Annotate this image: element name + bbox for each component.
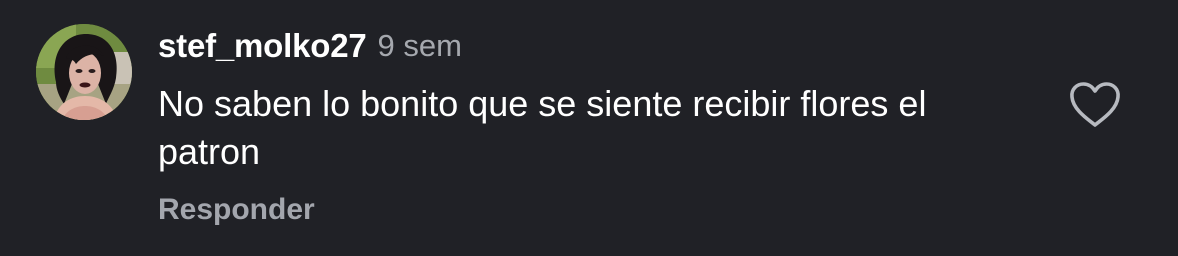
- avatar[interactable]: [36, 24, 132, 120]
- comment-header: stef_molko27 9 sem: [158, 24, 462, 68]
- comment-text: No saben lo bonito que se siente recibir…: [158, 83, 927, 172]
- reply-button[interactable]: Responder: [158, 193, 315, 227]
- comment-timestamp: 9 sem: [377, 28, 462, 63]
- comment-item: stef_molko27 9 sem No saben lo bonito qu…: [0, 0, 1178, 256]
- like-button[interactable]: [1068, 80, 1122, 130]
- username[interactable]: stef_molko27: [158, 27, 367, 65]
- avatar-photo: [36, 24, 132, 120]
- heart-outline-icon: [1070, 82, 1120, 127]
